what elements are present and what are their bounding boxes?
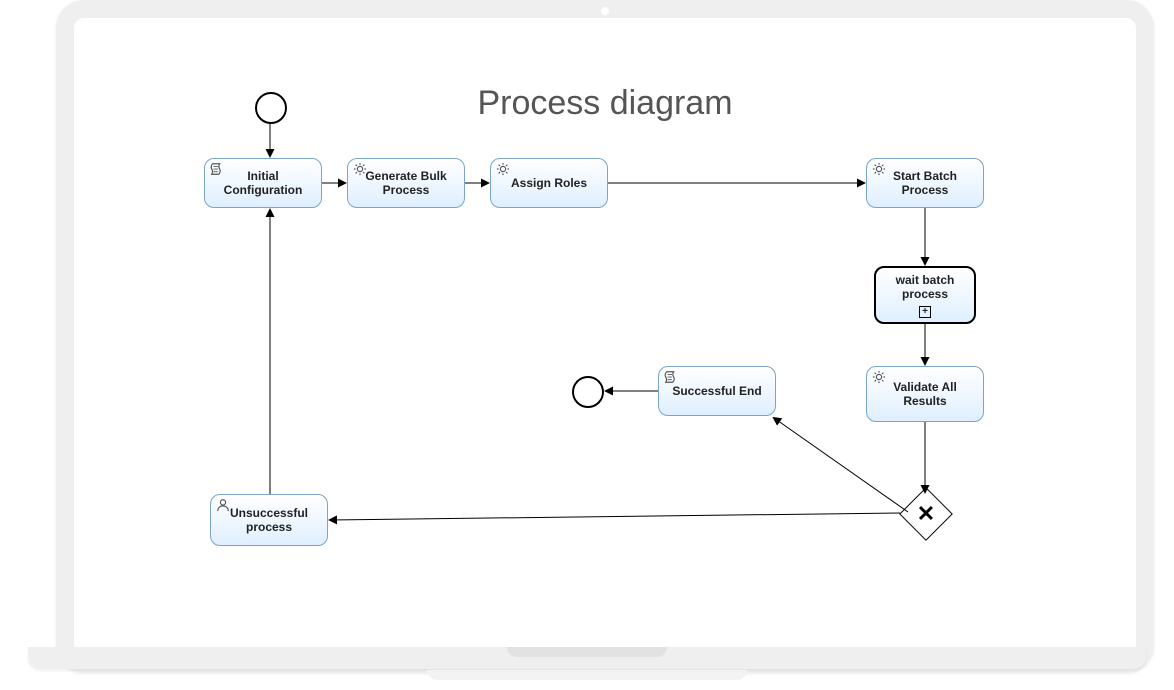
sequence-flows [74,18,1136,655]
laptop-camera [601,7,609,15]
laptop-frame: Process diagram Initial Configuration Ge… [56,0,1154,673]
diagram-canvas: Process diagram Initial Configuration Ge… [74,18,1136,655]
laptop-notch [507,647,667,657]
stage: Process diagram Initial Configuration Ge… [0,0,1174,690]
laptop-foot [427,670,747,680]
